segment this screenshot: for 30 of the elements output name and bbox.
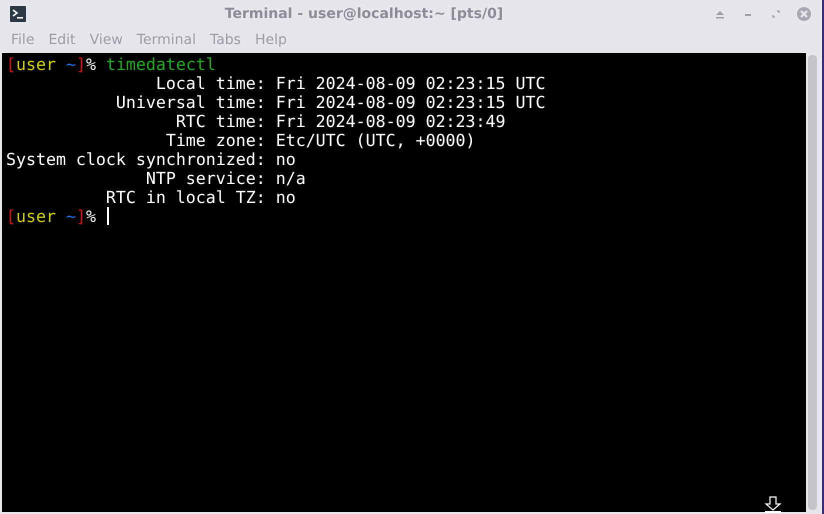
window-title: Terminal - user@localhost:~ [pts/0] xyxy=(224,4,504,24)
output-label: Local time: xyxy=(154,74,266,93)
prompt: [user ~] xyxy=(6,55,86,74)
menu-item[interactable]: File xyxy=(4,30,42,51)
menu-item[interactable]: View xyxy=(82,30,130,51)
output-label: System clock synchronized: xyxy=(6,150,266,169)
output-value: n/a xyxy=(274,169,306,188)
output-value: Fri 2024-08-09 02:23:15 UTC xyxy=(274,93,546,112)
menu-item[interactable]: Help xyxy=(248,30,294,51)
menu-item[interactable]: Tabs xyxy=(202,30,248,51)
output-label: Universal time: xyxy=(114,93,266,112)
command: timedatectl xyxy=(106,55,216,74)
menu-item[interactable]: Terminal xyxy=(130,30,203,51)
menu-item[interactable]: Edit xyxy=(41,30,83,51)
output-label: RTC time: xyxy=(174,112,266,131)
mouse-pointer-icon xyxy=(764,496,782,514)
output-label: Time zone: xyxy=(164,131,266,150)
output-value: no xyxy=(274,188,296,207)
terminal-icon xyxy=(10,6,26,22)
output-value: Fri 2024-08-09 02:23:15 UTC xyxy=(274,74,546,93)
close-button[interactable] xyxy=(794,4,814,24)
output-value: no xyxy=(274,150,296,169)
terminal-output[interactable] xyxy=(2,53,806,512)
output-label: NTP service: xyxy=(144,169,266,188)
output-value: Etc/UTC (UTC, +0000) xyxy=(274,131,476,150)
output-value: Fri 2024-08-09 02:23:49 xyxy=(274,112,506,131)
prompt-symbol: % xyxy=(86,55,97,74)
prompt: [user ~] xyxy=(6,207,86,226)
output-label: RTC in local TZ: xyxy=(104,188,266,207)
prompt-symbol: % xyxy=(86,207,97,226)
